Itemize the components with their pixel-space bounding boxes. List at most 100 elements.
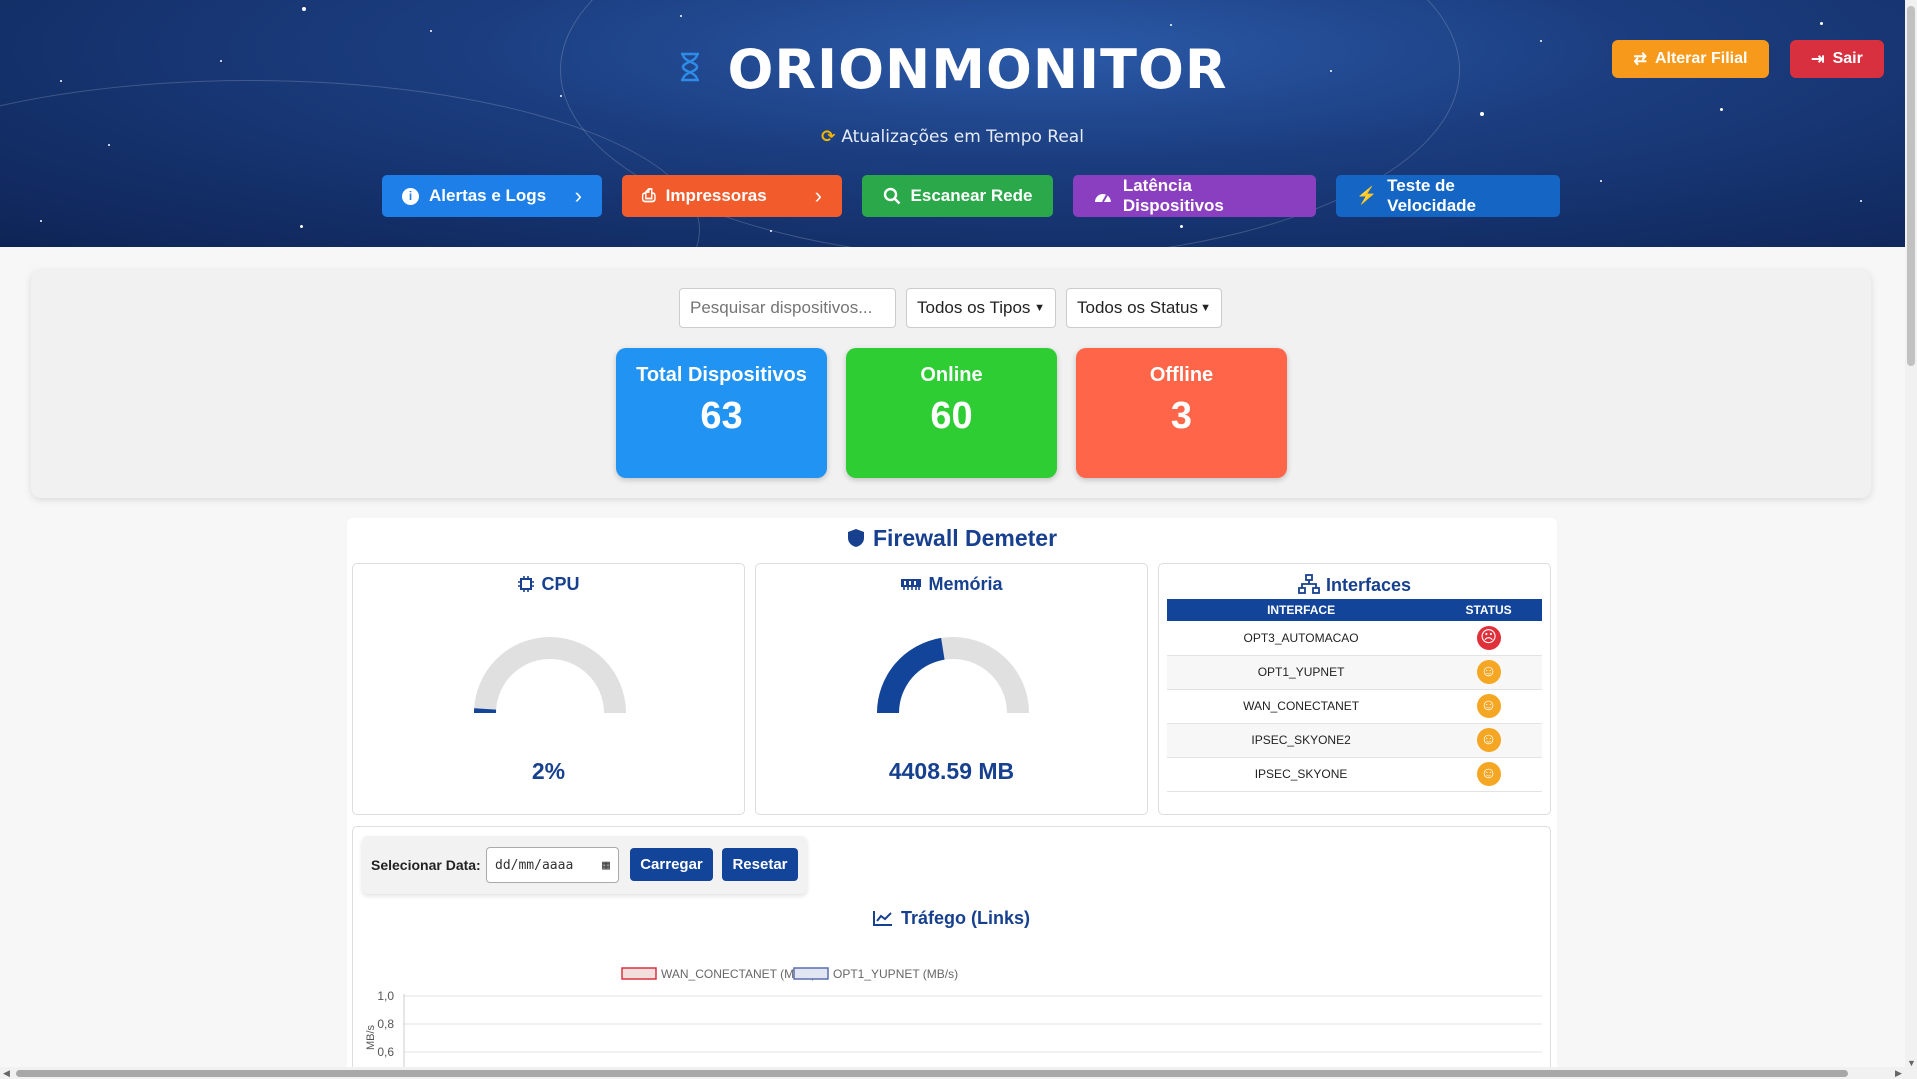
traffic-title: Tráfego (Links) [352,908,1551,929]
cpu-title-text: CPU [541,574,580,594]
offline-card[interactable]: Offline 3 [1076,348,1287,478]
smile-icon: ☺ [1476,728,1501,752]
firewall-title: Firewall Demeter [347,525,1557,552]
interface-status: ☺ [1435,757,1542,792]
gauge-track [474,637,626,713]
carregar-button[interactable]: Carregar [630,848,713,881]
online-card[interactable]: Online 60 [846,348,1057,478]
chevron-down-icon: ▼ [1034,302,1045,314]
nav-label: Teste de Velocidade [1387,176,1476,215]
info-icon: i [402,187,419,205]
interface-row: OPT3_AUTOMACAO ☹ [1167,621,1542,656]
interface-name: IPSEC_SKYONE2 [1167,723,1436,758]
traffic-chart: WAN_CONECTANET (MB/s) OPT1_YUPNET (MB/s) 1… [365,967,1542,1067]
network-icon [1298,574,1320,594]
alterar-filial-label: Alterar Filial [1654,50,1748,67]
date-label: Selecionar Data: [371,857,481,873]
legend-label: WAN_CONECTANET (MB/s) [661,967,815,981]
calendar-icon: ▦ [602,857,610,873]
interface-name: OPT3_AUTOMACAO [1167,621,1436,656]
legend-label: OPT1_YUPNET (MB/s) [833,967,958,981]
scroll-down-arrow-icon[interactable]: ▼ [1907,1058,1916,1068]
date-input[interactable]: dd/mm/aaaa ▦ [486,847,619,883]
status-select-value: Todos os Status [1077,298,1198,317]
scroll-left-arrow-icon[interactable]: ◀ [3,1068,10,1079]
col-header-interface: INTERFACE [1167,599,1436,621]
type-select[interactable]: Todos os Tipos ▼ [906,288,1056,328]
memory-title: Memória [756,574,1147,595]
nav-label: Latência Dispositivos [1122,176,1224,215]
nav-alertas-logs-button[interactable]: i Alertas e Logs › [382,175,602,217]
y-tick-label: 1,0 [377,989,394,1003]
memory-icon [901,579,922,590]
online-value: 60 [930,395,973,437]
cpu-title: CPU [353,574,744,595]
interface-status: ☺ [1435,655,1542,690]
horizontal-scroll-thumb[interactable] [16,1070,1848,1077]
line-chart-icon [872,911,892,926]
total-devices-label: Total Dispositivos [636,364,807,386]
status-select[interactable]: Todos os Status ▼ [1066,288,1222,328]
gauge-icon [1094,194,1111,203]
interfaces-title-text: Interfaces [1325,575,1412,595]
resetar-button[interactable]: Resetar [722,848,798,881]
cpu-card: CPU 2% [352,563,745,815]
search-icon [883,187,900,205]
memory-card: Memória 4408.59 MB [755,563,1148,815]
vertical-scroll-thumb[interactable] [1907,6,1915,366]
smile-icon: ☺ [1476,694,1501,718]
interface-row: WAN_CONECTANET ☺ [1167,689,1542,724]
search-input[interactable] [679,288,896,328]
interface-name: WAN_CONECTANET [1167,689,1436,724]
offline-label: Offline [1149,364,1214,386]
y-axis-label: MB/s [365,1024,377,1050]
nav-impressoras-button[interactable]: ⎙ Impressoras › [622,175,842,217]
sair-button[interactable]: ⇥ Sair [1790,40,1884,78]
smile-icon: ☺ [1476,660,1501,684]
sair-label: Sair [1832,50,1863,67]
legend-swatch [793,967,829,980]
bolt-icon: ⚡ [1356,186,1378,205]
chevron-right-icon: › [574,183,582,208]
total-devices-card[interactable]: Total Dispositivos 63 [616,348,827,478]
interface-row: IPSEC_SKYONE2 ☺ [1167,723,1542,758]
swap-icon: ⇄ [1633,51,1647,68]
memory-value: 4408.59 MB [888,758,1015,784]
memory-gauge [877,637,1029,713]
nav-escanear-rede-button[interactable]: Escanear Rede [862,175,1053,217]
interface-row: IPSEC_SKYONE ☺ [1167,757,1542,792]
col-header-status: STATUS [1435,599,1542,621]
hourglass-icon [680,52,699,82]
nav-label: Impressoras [665,186,767,205]
firewall-title-text: Firewall Demeter [872,525,1058,551]
alterar-filial-button[interactable]: ⇄ Alterar Filial [1612,40,1769,78]
nav-label: Escanear Rede [910,186,1033,205]
subtitle: ⟳ Atualizações em Tempo Real [0,127,1905,147]
cpu-gauge [474,637,626,713]
y-tick-label: 0,6 [377,1045,394,1059]
scroll-right-arrow-icon[interactable]: ▶ [1895,1068,1902,1079]
interfaces-card: Interfaces INTERFACE STATUS OPT3_AUTOMAC… [1158,563,1551,815]
offline-value: 3 [1170,395,1193,437]
traffic-title-text: Tráfego (Links) [900,908,1030,928]
logout-icon: ⇥ [1811,51,1825,68]
interface-name: IPSEC_SKYONE [1167,757,1436,792]
printer-icon: ⎙ [642,186,656,205]
nav-label: Alertas e Logs [429,186,547,205]
legend-swatch [621,967,657,980]
shield-icon [847,529,864,547]
memory-title-text: Memória [928,574,1003,594]
chevron-down-icon: ▼ [1200,302,1211,314]
chevron-right-icon: › [814,183,822,208]
smile-icon: ☺ [1476,762,1501,786]
cpu-value: 2% [531,758,566,784]
sync-icon: ⟳ [821,127,836,147]
type-select-value: Todos os Tipos [917,298,1031,317]
subtitle-text: Atualizações em Tempo Real [841,127,1084,147]
nav-teste-velocidade-button[interactable]: ⚡ Teste de Velocidade [1336,175,1560,217]
interface-status: ☺ [1435,723,1542,758]
date-placeholder: dd/mm/aaaa [495,857,574,873]
interfaces-title: Interfaces [1159,574,1550,596]
nav-latencia-button[interactable]: Latência Dispositivos [1073,175,1316,217]
interface-status: ☺ [1435,689,1542,724]
